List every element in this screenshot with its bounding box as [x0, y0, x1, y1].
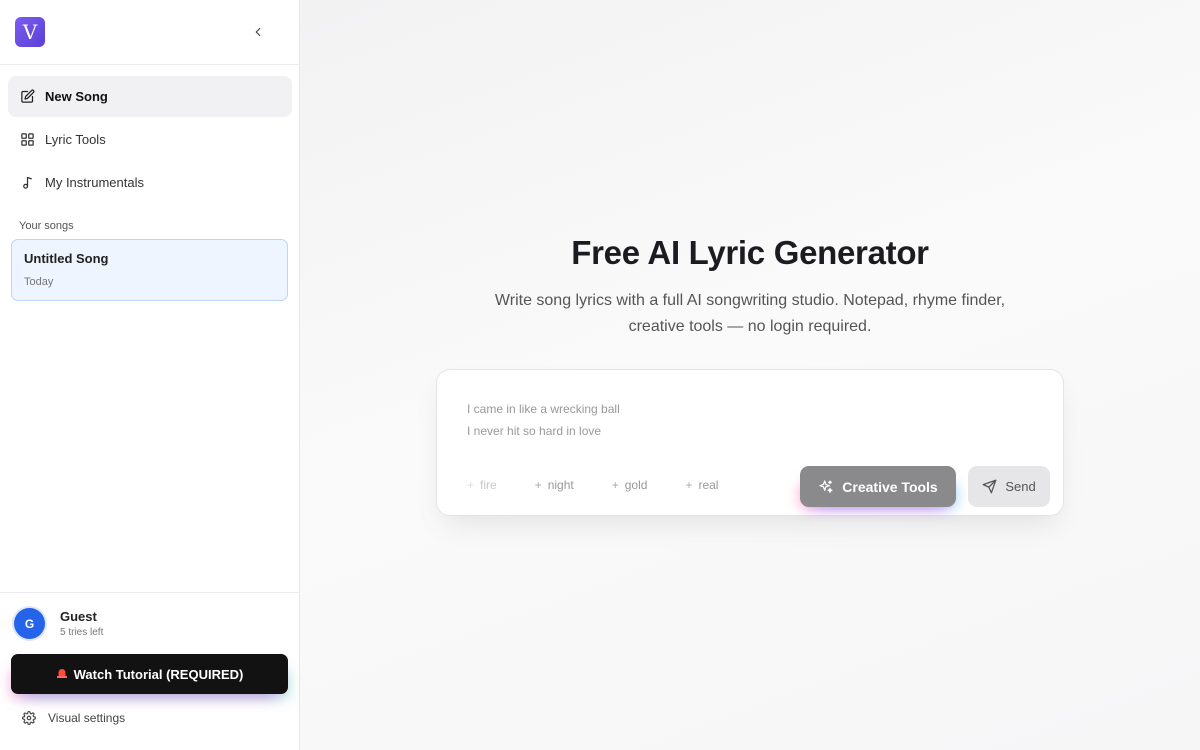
- send-label: Send: [1005, 479, 1036, 494]
- watch-tutorial-button[interactable]: Watch Tutorial (REQUIRED): [11, 654, 288, 694]
- send-button[interactable]: Send: [968, 466, 1050, 507]
- song-list-item[interactable]: Untitled Song Today: [11, 239, 288, 301]
- plus-icon: +: [611, 478, 619, 492]
- sidebar-item-my-instrumentals[interactable]: My Instrumentals: [8, 162, 292, 203]
- songs-section-heading: Your songs: [19, 220, 74, 232]
- sidebar-item-new-song[interactable]: New Song: [8, 76, 292, 117]
- gear-icon: [22, 711, 36, 725]
- sidebar: V New Song Lyric Tools My Instrumentals …: [0, 0, 300, 750]
- creative-tools-label: Creative Tools: [842, 478, 938, 495]
- avatar: G: [14, 608, 45, 639]
- chevron-left-icon: [255, 27, 261, 37]
- sidebar-item-label: Lyric Tools: [45, 132, 106, 147]
- send-icon: [982, 479, 997, 494]
- visual-settings-button[interactable]: Visual settings: [22, 711, 125, 725]
- placeholder-line: I came in like a wrecking ball: [467, 402, 620, 416]
- sparkles-icon: [818, 479, 834, 495]
- suggestion-chip-night[interactable]: + night: [535, 478, 574, 492]
- watch-tutorial-label: Watch Tutorial (REQUIRED): [73, 666, 244, 682]
- sidebar-item-lyric-tools[interactable]: Lyric Tools: [8, 119, 292, 160]
- grid-icon: [19, 132, 35, 148]
- page-title: Free AI Lyric Generator: [571, 234, 929, 271]
- user-info: Guest 5 tries left: [60, 609, 103, 638]
- visual-settings-label: Visual settings: [48, 711, 126, 725]
- suggestion-chip-fire[interactable]: + fire: [467, 478, 497, 492]
- lyric-composer[interactable]: I came in like a wrecking ball I never h…: [436, 369, 1064, 516]
- user-name: Guest: [60, 609, 97, 624]
- tries-left: 5 tries left: [60, 627, 104, 638]
- page-subtitle: Write song lyrics with a full AI songwri…: [494, 292, 1006, 335]
- sidebar-header: V: [0, 0, 299, 65]
- sidebar-item-label: New Song: [45, 89, 108, 104]
- creative-tools-button[interactable]: Creative Tools: [800, 466, 956, 507]
- plus-icon: +: [685, 478, 693, 492]
- main-content: Free AI Lyric Generator Write song lyric…: [300, 0, 1200, 750]
- plus-icon: +: [534, 478, 542, 492]
- edit-icon: [19, 89, 35, 105]
- sidebar-item-label: My Instrumentals: [45, 175, 144, 190]
- app-logo[interactable]: V: [15, 17, 45, 47]
- lyric-input[interactable]: I came in like a wrecking ball I never h…: [467, 398, 620, 442]
- sidebar-nav: New Song Lyric Tools My Instrumentals: [8, 76, 292, 205]
- suggestion-chip-real[interactable]: + real: [685, 478, 718, 492]
- plus-icon: +: [467, 478, 475, 492]
- collapse-sidebar-button[interactable]: [248, 22, 268, 42]
- user-profile[interactable]: G Guest 5 tries left: [14, 608, 103, 639]
- suggestion-chips: + fire + night + gold + real: [467, 478, 756, 492]
- song-title: Untitled Song: [24, 251, 109, 266]
- music-note-icon: [19, 175, 35, 191]
- song-date: Today: [24, 276, 54, 288]
- suggestion-chip-gold[interactable]: + gold: [612, 478, 648, 492]
- placeholder-line: I never hit so hard in love: [467, 424, 602, 438]
- siren-icon: [56, 667, 68, 681]
- sidebar-footer: G Guest 5 tries left Watch Tutorial (REQ…: [0, 592, 299, 750]
